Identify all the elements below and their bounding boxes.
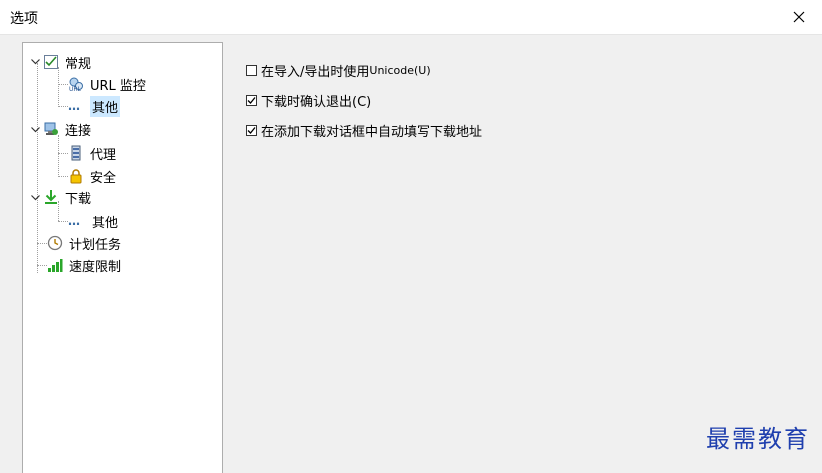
tree-item-general[interactable]: 常规 [43, 52, 93, 72]
checkmark-icon [247, 96, 256, 104]
tree-item-label: 下载 [65, 191, 92, 207]
network-computer-icon [43, 121, 59, 137]
signal-bars-icon [47, 257, 63, 273]
tree-item-scheduled[interactable]: 计划任务 [47, 233, 123, 253]
tree-item-label: 连接 [65, 123, 92, 139]
option-label: 在导入/导出时使用 [261, 64, 370, 80]
tree-connector [58, 221, 68, 222]
checkbox-checked[interactable] [246, 124, 257, 136]
option-label: 在添加下载对话框中自动填写下载地址 [261, 124, 483, 140]
option-autofill-download-url[interactable]: 在添加下载对话框中自动填写下载地址 [246, 120, 482, 140]
option-unicode-import-export[interactable]: 在导入/导出时使用 Unicode(U) [246, 60, 431, 80]
tree-connector [58, 84, 68, 85]
tree-item-label: URL 监控 [90, 78, 146, 94]
chevron-down-icon [30, 127, 40, 133]
server-icon [68, 145, 84, 161]
chevron-down-icon [30, 59, 40, 65]
checkbox-unchecked[interactable] [246, 64, 257, 76]
expand-toggle-connection[interactable] [30, 125, 40, 135]
url-monitor-icon: URL [68, 76, 84, 92]
close-icon [793, 11, 805, 23]
tree-connector [58, 106, 68, 107]
tree-item-connection[interactable]: 连接 [43, 119, 93, 139]
tree-item-download[interactable]: 下载 [43, 187, 93, 207]
tree-connector [58, 135, 59, 177]
watermark-text: 最需教育 [706, 425, 810, 453]
close-button[interactable] [776, 0, 822, 34]
tree-connector [58, 176, 68, 177]
download-arrow-icon [43, 189, 59, 205]
options-tree[interactable]: 常规 URL URL 监控 … 其他 连接 代理 安全 下载 … 其他 计划任务… [22, 42, 223, 473]
tree-item-label: 其他 [90, 95, 121, 117]
chevron-down-icon [30, 195, 40, 201]
tree-connector [37, 63, 38, 273]
title-bar: 选项 [0, 0, 822, 35]
tree-item-general-other[interactable]: … 其他 [68, 95, 121, 117]
tree-item-speed-limit[interactable]: 速度限制 [47, 255, 123, 275]
tree-item-label: 其他 [92, 215, 119, 231]
tree-connector [58, 153, 68, 154]
clock-icon [47, 235, 63, 251]
expand-toggle-download[interactable] [30, 193, 40, 203]
tree-item-label: 速度限制 [69, 259, 122, 275]
tree-connector [58, 67, 59, 107]
checkmark-icon [247, 126, 256, 134]
checkbox-checked[interactable] [246, 94, 257, 106]
tree-item-security[interactable]: 安全 [68, 166, 118, 186]
tree-item-label: 安全 [90, 170, 117, 186]
more-dots-icon: … [68, 214, 81, 228]
tree-item-proxy[interactable]: 代理 [68, 143, 118, 163]
window-title: 选项 [10, 11, 38, 27]
tree-item-download-other[interactable]: … 其他 [68, 211, 120, 231]
option-label-suffix: Unicode(U) [369, 63, 431, 77]
tree-connector [37, 243, 47, 244]
tree-item-label: 代理 [90, 147, 117, 163]
svg-text:URL: URL [69, 86, 82, 92]
lock-icon [68, 168, 84, 184]
checklist-icon [43, 54, 59, 70]
expand-toggle-general[interactable] [30, 57, 40, 67]
more-dots-icon: … [68, 99, 81, 113]
tree-item-label: 计划任务 [69, 237, 122, 253]
option-confirm-exit[interactable]: 下载时确认退出(C) [246, 90, 371, 110]
tree-connector [37, 265, 47, 266]
tree-item-label: 常规 [65, 56, 92, 72]
tree-item-url-monitor[interactable]: URL URL 监控 [68, 74, 148, 94]
option-label: 下载时确认退出(C) [261, 94, 372, 110]
